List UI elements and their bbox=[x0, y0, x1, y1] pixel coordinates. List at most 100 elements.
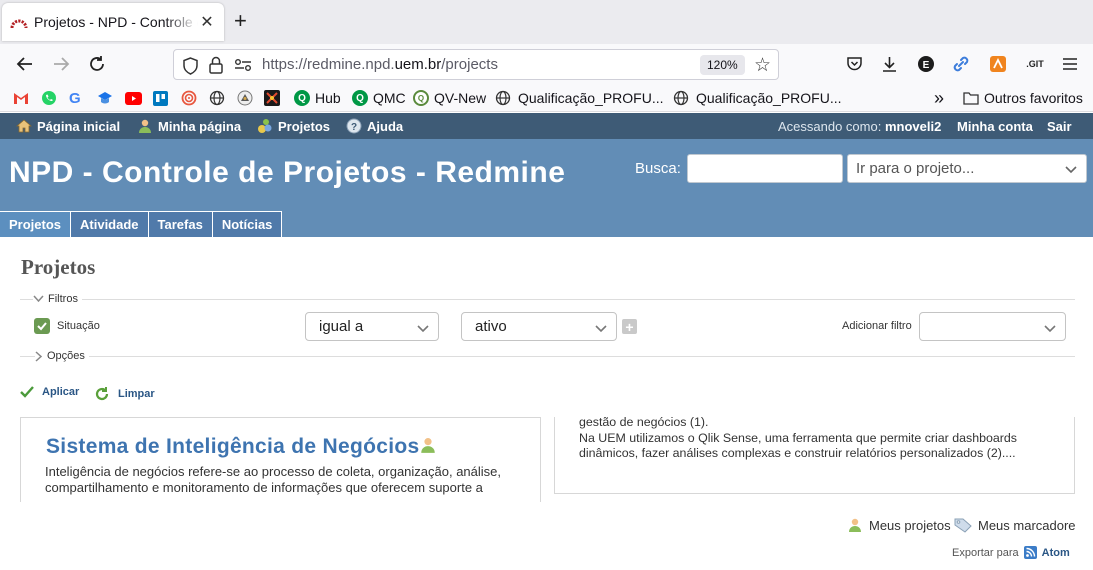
options-legend[interactable]: Opções bbox=[35, 350, 89, 362]
top-menu-my-page[interactable]: Minha página bbox=[137, 118, 241, 134]
main-menu: Projetos Atividade Tarefas Notícias bbox=[0, 211, 283, 237]
tab-news[interactable]: Notícias bbox=[212, 211, 283, 237]
shield-icon[interactable] bbox=[182, 57, 199, 75]
add-value-plus-icon[interactable]: + bbox=[622, 319, 637, 335]
browser-tab-bar: Projetos - NPD - Controle de Projetos - … bbox=[0, 0, 1093, 44]
main-content: Projetos Filtros Situação igual a ativo … bbox=[0, 237, 1093, 570]
browser-nav-bar: https://redmine.npd.uem.br/projects 120%… bbox=[0, 44, 1093, 84]
logged-as: Acessando como: mnoveli2 bbox=[778, 119, 942, 134]
extension-e-icon[interactable]: E bbox=[916, 54, 936, 74]
bookmark-tag-icon bbox=[954, 518, 972, 533]
help-icon: ? bbox=[346, 118, 362, 134]
apply-button[interactable]: Aplicar bbox=[20, 386, 79, 398]
project-description: Inteligência de negócios refere-se ao pr… bbox=[45, 464, 502, 495]
back-icon[interactable] bbox=[13, 52, 37, 76]
chevron-down-icon bbox=[1044, 325, 1056, 333]
extension-orange-icon[interactable] bbox=[988, 54, 1008, 74]
home-icon bbox=[16, 119, 32, 133]
logged-user-link[interactable]: mnoveli2 bbox=[885, 119, 941, 134]
svg-text:?: ? bbox=[351, 122, 357, 133]
tab-close-icon[interactable]: ✕ bbox=[198, 12, 216, 32]
bookmark-ufo[interactable] bbox=[237, 89, 253, 107]
feed-icon bbox=[1023, 546, 1037, 559]
page-title: Projetos bbox=[21, 255, 96, 279]
chevron-down-icon bbox=[595, 325, 607, 333]
bookmark-qualificacao-2[interactable]: Qualificação_PROFU... bbox=[673, 89, 842, 107]
folder-icon bbox=[963, 92, 979, 105]
lock-icon[interactable] bbox=[208, 56, 224, 74]
link-icon[interactable] bbox=[951, 54, 971, 74]
whatsapp-icon bbox=[42, 91, 56, 105]
bookmark-globe[interactable] bbox=[209, 89, 225, 107]
chevron-down-icon bbox=[33, 295, 44, 303]
my-projects-link[interactable]: Meus projetos bbox=[846, 517, 951, 533]
ufo-icon bbox=[237, 90, 253, 106]
tab-activity[interactable]: Atividade bbox=[71, 211, 149, 237]
download-icon[interactable] bbox=[879, 54, 899, 74]
add-filter-label: Adicionar filtro bbox=[842, 320, 912, 332]
google-icon: G bbox=[69, 89, 81, 107]
bookmark-qv-new[interactable]: Q QV-New bbox=[413, 89, 486, 107]
pocket-icon[interactable] bbox=[844, 54, 864, 74]
bookmarks-overflow-icon[interactable]: » bbox=[934, 88, 944, 108]
operator-select[interactable]: igual a bbox=[305, 312, 439, 341]
chevron-down-icon bbox=[1065, 166, 1077, 174]
url-bar[interactable]: https://redmine.npd.uem.br/projects 120%… bbox=[173, 49, 779, 80]
add-filter-select[interactable] bbox=[919, 312, 1066, 341]
status-filter-checkbox[interactable] bbox=[34, 318, 50, 334]
bookmark-trello[interactable] bbox=[153, 89, 168, 107]
bookmark-whatsapp[interactable] bbox=[41, 89, 57, 107]
git-icon[interactable]: .GIT bbox=[1023, 54, 1047, 74]
top-menu-help[interactable]: ? Ajuda bbox=[346, 118, 403, 134]
forward-icon[interactable] bbox=[49, 52, 73, 76]
top-menu-projects[interactable]: Projetos bbox=[257, 118, 330, 134]
bookmark-classroom[interactable] bbox=[97, 89, 113, 107]
bookmark-qualificacao-1[interactable]: Qualificação_PROFU... bbox=[495, 89, 664, 107]
redmine-top-menu: Página inicial Minha página Projetos ? A… bbox=[0, 113, 1093, 139]
bookmark-qmc[interactable]: Q QMC bbox=[352, 89, 406, 107]
top-menu-home[interactable]: Página inicial bbox=[16, 118, 120, 134]
qv-icon: Q bbox=[413, 90, 429, 106]
reload-icon[interactable] bbox=[85, 52, 109, 76]
new-tab-icon[interactable]: + bbox=[234, 10, 247, 32]
trello-icon bbox=[153, 90, 168, 106]
browser-tab[interactable]: Projetos - NPD - Controle de Projetos - … bbox=[2, 3, 224, 41]
status-filter-label: Situação bbox=[57, 320, 100, 332]
clear-button[interactable]: Limpar bbox=[94, 386, 155, 402]
globe-icon bbox=[209, 90, 225, 106]
redmine-favicon-icon bbox=[10, 19, 28, 29]
zoom-level[interactable]: 120% bbox=[700, 55, 745, 75]
site-title[interactable]: NPD - Controle de Projetos - Redmine bbox=[9, 156, 565, 190]
spiral-icon bbox=[181, 90, 197, 106]
project-title-link[interactable]: Sistema de Inteligência de Negócios bbox=[46, 435, 437, 459]
user-icon bbox=[139, 119, 151, 133]
bookmarks-bar: G Q Hub Q QMC Q QV-New Qualificação_PROF… bbox=[0, 84, 1093, 112]
filters-legend[interactable]: Filtros bbox=[33, 293, 82, 305]
search-input[interactable] bbox=[687, 154, 843, 183]
atom-export-link[interactable]: Atom bbox=[1042, 547, 1070, 559]
user-icon bbox=[849, 518, 861, 532]
bookmark-google[interactable]: G bbox=[69, 89, 81, 107]
bookmark-gmail[interactable] bbox=[13, 89, 29, 107]
options-divider bbox=[20, 356, 1075, 357]
bookmark-spiral[interactable] bbox=[181, 89, 197, 107]
globe-icon bbox=[495, 90, 511, 106]
jira-icon bbox=[264, 90, 280, 106]
menu-icon[interactable] bbox=[1060, 54, 1080, 74]
bookmark-hub[interactable]: Q Hub bbox=[294, 89, 341, 107]
tab-projects[interactable]: Projetos bbox=[0, 211, 72, 237]
tab-issues[interactable]: Tarefas bbox=[148, 211, 213, 237]
my-bookmarks-link[interactable]: Meus marcadores bbox=[953, 517, 1075, 533]
bookmark-youtube[interactable] bbox=[125, 89, 142, 107]
logout-link[interactable]: Sair bbox=[1047, 119, 1072, 134]
other-favorites[interactable]: Outros favoritos bbox=[963, 89, 1083, 107]
bookmark-star-icon[interactable]: ☆ bbox=[754, 54, 771, 77]
bookmark-jira[interactable] bbox=[264, 89, 280, 107]
project-card: Sistema de Inteligência de Negócios Inte… bbox=[20, 417, 541, 502]
project-jump-select[interactable]: Ir para o projeto... bbox=[847, 154, 1087, 183]
status-value-select[interactable]: ativo bbox=[461, 312, 617, 341]
projects-icon bbox=[258, 119, 272, 133]
my-account-link[interactable]: Minha conta bbox=[957, 119, 1033, 134]
permissions-icon[interactable] bbox=[234, 58, 252, 72]
gmail-icon bbox=[14, 93, 28, 104]
